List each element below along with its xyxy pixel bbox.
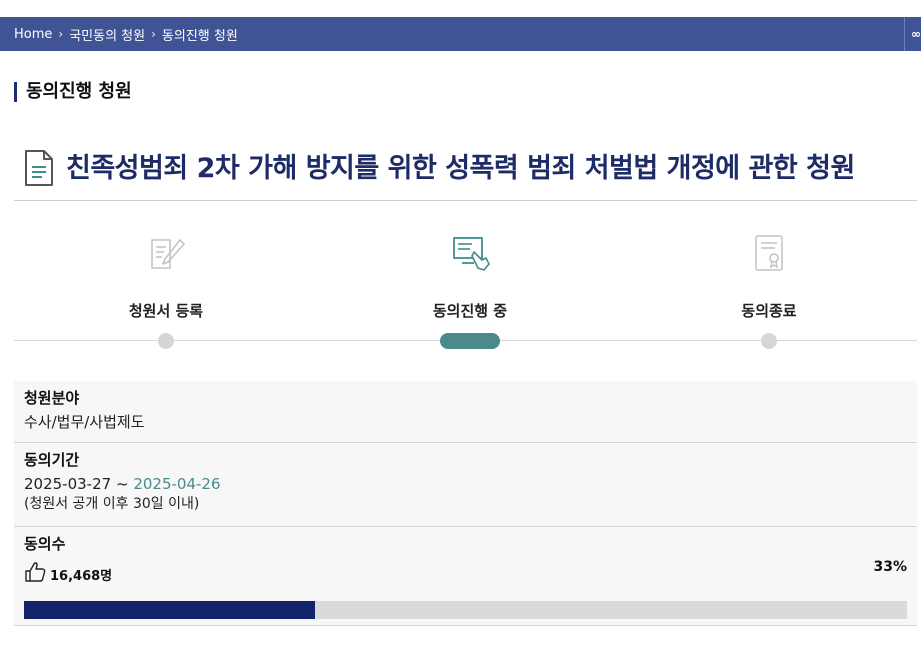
step-indicator-active	[440, 333, 500, 349]
breadcrumb-current[interactable]: 동의진행 청원	[162, 25, 238, 44]
period-label: 동의기간	[24, 451, 80, 469]
step-label: 청원서 등록	[128, 302, 204, 320]
step-indicator	[158, 333, 174, 349]
period-separator: ~	[115, 475, 129, 493]
chevron-right-icon: ›	[58, 27, 64, 41]
chevron-right-icon: ›	[151, 27, 156, 41]
petition-header: 친족성범죄 2차 가해 방지를 위한 성폭력 범죄 처벌법 개정에 관한 청원	[14, 146, 917, 201]
petition-info: 청원분야 수사/법무/사법제도 동의기간 2025-03-27 ~ 2025-0…	[14, 381, 917, 626]
agree-progress-fill	[24, 601, 316, 619]
agree-label: 동의수	[24, 535, 66, 553]
thumbs-up-icon	[25, 562, 46, 582]
breadcrumb: Home › 국민동의 청원 › 동의진행 청원	[14, 17, 238, 51]
period-value: 2025-03-27 ~ 2025-04-26	[24, 473, 907, 495]
share-icon: ∞	[911, 27, 921, 41]
step-label: 동의진행 중	[432, 302, 508, 320]
document-icon	[25, 150, 53, 186]
certificate-icon	[755, 235, 783, 271]
monitor-hand-icon	[453, 237, 490, 271]
step-indicator	[761, 333, 777, 349]
step-completed: 동의종료	[669, 230, 869, 350]
period-end: 2025-04-26	[133, 475, 221, 493]
share-button[interactable]: ∞	[904, 17, 921, 51]
step-registration: 청원서 등록	[66, 230, 266, 350]
progress-steps: 청원서 등록 동의진행 중 동의종료	[14, 230, 917, 360]
agree-percent: 33%	[873, 559, 907, 575]
breadcrumb-bar: Home › 국민동의 청원 › 동의진행 청원 ∞	[0, 17, 921, 51]
section-title: 동의진행 청원	[14, 82, 132, 102]
category-value: 수사/법무/사법제도	[24, 413, 145, 431]
category-row: 청원분야 수사/법무/사법제도	[14, 381, 917, 443]
breadcrumb-petitions[interactable]: 국민동의 청원	[69, 25, 145, 44]
period-note: (청원서 공개 이후 30일 이내)	[24, 496, 200, 512]
period-row: 동의기간 2025-03-27 ~ 2025-04-26 (청원서 공개 이후 …	[14, 443, 917, 527]
period-start: 2025-03-27	[24, 475, 112, 493]
pen-document-icon	[151, 239, 185, 269]
agree-progress-bar	[24, 601, 907, 619]
step-label: 동의종료	[741, 302, 797, 320]
agree-count-line: 16,468명 33%	[24, 559, 907, 587]
breadcrumb-home[interactable]: Home	[14, 27, 52, 42]
agree-count: 16,468명	[50, 569, 113, 584]
petition-title: 친족성범죄 2차 가해 방지를 위한 성폭력 범죄 처벌법 개정에 관한 청원	[66, 153, 855, 184]
step-in-progress: 동의진행 중	[370, 230, 570, 350]
agree-row: 동의수 16,468명 33%	[14, 527, 917, 625]
category-label: 청원분야	[24, 389, 80, 407]
